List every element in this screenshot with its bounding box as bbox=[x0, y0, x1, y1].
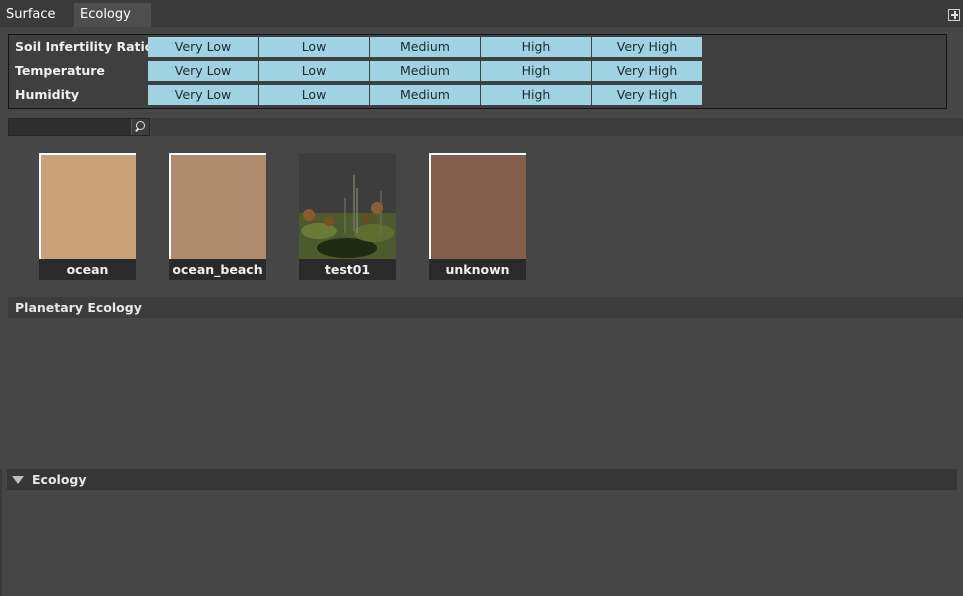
thumbnail-caption: ocean bbox=[39, 259, 136, 280]
option-very-high-button[interactable]: Very High bbox=[592, 85, 702, 105]
option-very-high-button[interactable]: Very High bbox=[592, 61, 702, 81]
param-row-temperature: Temperature Very Low Low Medium High Ver… bbox=[9, 60, 946, 82]
option-low-button[interactable]: Low bbox=[259, 37, 369, 57]
option-very-low-button[interactable]: Very Low bbox=[148, 61, 258, 81]
option-low-button[interactable]: Low bbox=[259, 85, 369, 105]
param-row-humidity: Humidity Very Low Low Medium High Very H… bbox=[9, 84, 946, 106]
ecology-gallery: ocean ocean_beach test01 unknown bbox=[0, 138, 963, 294]
gallery-item-unknown[interactable]: unknown bbox=[429, 153, 526, 281]
param-label: Humidity bbox=[15, 87, 80, 102]
option-very-low-button[interactable]: Very Low bbox=[148, 85, 258, 105]
option-medium-button[interactable]: Medium bbox=[370, 37, 480, 57]
planetary-ecology-header: Planetary Ecology bbox=[8, 297, 963, 318]
ecology-section-header[interactable]: Ecology bbox=[7, 469, 957, 490]
gallery-item-ocean[interactable]: ocean bbox=[39, 153, 136, 281]
option-low-button[interactable]: Low bbox=[259, 61, 369, 81]
param-label: Temperature bbox=[15, 63, 105, 78]
search-input[interactable] bbox=[8, 118, 150, 136]
option-medium-button[interactable]: Medium bbox=[370, 85, 480, 105]
option-high-button[interactable]: High bbox=[481, 85, 591, 105]
toolbar-strip bbox=[151, 118, 963, 136]
option-very-high-button[interactable]: Very High bbox=[592, 37, 702, 57]
tab-bar: Surface Ecology bbox=[0, 0, 963, 27]
thumbnail bbox=[169, 153, 266, 259]
pin-icon[interactable] bbox=[948, 9, 960, 21]
gallery-item-ocean-beach[interactable]: ocean_beach bbox=[169, 153, 266, 281]
param-label: Soil Infertility Ratio bbox=[15, 39, 154, 54]
thumbnail bbox=[429, 153, 526, 259]
option-very-low-button[interactable]: Very Low bbox=[148, 37, 258, 57]
ecology-parameters-panel: Soil Infertility Ratio Very Low Low Medi… bbox=[8, 34, 947, 109]
thumbnail-caption: unknown bbox=[429, 259, 526, 280]
option-high-button[interactable]: High bbox=[481, 61, 591, 81]
param-row-soil-infertility: Soil Infertility Ratio Very Low Low Medi… bbox=[9, 36, 946, 58]
search-icon[interactable] bbox=[131, 119, 149, 135]
thumbnail-caption: ocean_beach bbox=[169, 259, 266, 280]
tab-ecology[interactable]: Ecology bbox=[74, 3, 151, 27]
collapse-triangle-icon[interactable] bbox=[12, 476, 24, 484]
divider bbox=[0, 469, 2, 596]
thumbnail-caption: test01 bbox=[299, 259, 396, 280]
option-medium-button[interactable]: Medium bbox=[370, 61, 480, 81]
section-title: Ecology bbox=[32, 472, 87, 487]
tab-surface[interactable]: Surface bbox=[0, 3, 72, 27]
thumbnail bbox=[39, 153, 136, 259]
option-high-button[interactable]: High bbox=[481, 37, 591, 57]
gallery-item-test01[interactable]: test01 bbox=[299, 153, 396, 281]
terrain-preview-image bbox=[299, 153, 396, 259]
